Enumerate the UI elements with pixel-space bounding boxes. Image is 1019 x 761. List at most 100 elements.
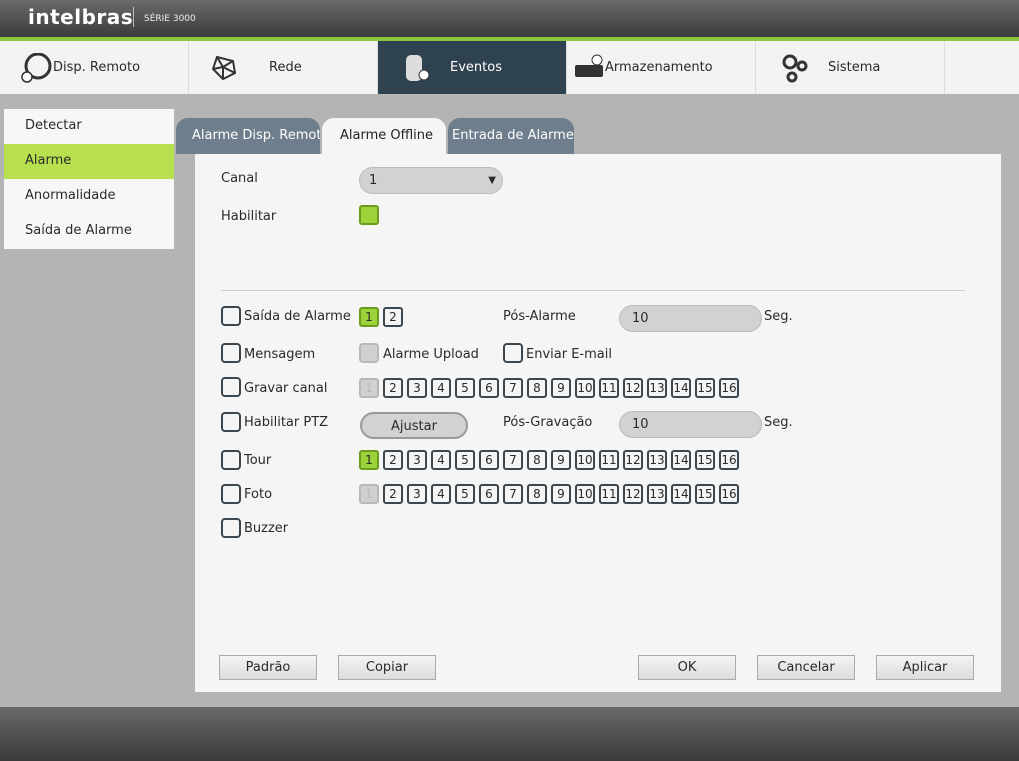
foto-channel-7[interactable]: 7: [503, 484, 523, 504]
foto-channel-5[interactable]: 5: [455, 484, 475, 504]
mensagem-checkbox[interactable]: [221, 343, 241, 363]
saida-output-1[interactable]: 1: [359, 307, 379, 327]
sidebar-item-detectar[interactable]: Detectar: [4, 109, 174, 144]
canal-select[interactable]: 1 ▼: [359, 167, 503, 194]
copiar-button[interactable]: Copiar: [338, 655, 436, 680]
tour-channel-11[interactable]: 11: [599, 450, 619, 470]
nav-sistema[interactable]: Sistema: [756, 41, 945, 94]
gravar-channel-10[interactable]: 10: [575, 378, 595, 398]
nav-armazenamento[interactable]: Armazenamento: [567, 41, 756, 94]
storage-icon: [575, 54, 603, 77]
gravar-channel-14[interactable]: 14: [671, 378, 691, 398]
canal-label: Canal: [221, 171, 258, 186]
pos-alarme-input[interactable]: 10: [619, 305, 762, 332]
saida-checkbox[interactable]: [221, 306, 241, 326]
gravar-channel-3[interactable]: 3: [407, 378, 427, 398]
gravar-channel-13[interactable]: 13: [647, 378, 667, 398]
gravar-label: Gravar canal: [244, 381, 328, 396]
gravar-channel-5[interactable]: 5: [455, 378, 475, 398]
gravar-channel-15[interactable]: 15: [695, 378, 715, 398]
cancelar-button[interactable]: Cancelar: [757, 655, 855, 680]
tour-channel-15[interactable]: 15: [695, 450, 715, 470]
tour-channel-4[interactable]: 4: [431, 450, 451, 470]
header: intelbras SÉRIE 3000: [0, 0, 1019, 38]
tour-channel-5[interactable]: 5: [455, 450, 475, 470]
enviar-email-checkbox[interactable]: [503, 343, 523, 363]
ok-button[interactable]: OK: [638, 655, 736, 680]
gravar-channel-6[interactable]: 6: [479, 378, 499, 398]
gravar-channel-1[interactable]: 1: [359, 378, 379, 398]
padrao-button[interactable]: Padrão: [219, 655, 317, 680]
ajustar-label: Ajustar: [391, 419, 437, 434]
foto-channel-8[interactable]: 8: [527, 484, 547, 504]
habilitar-checkbox[interactable]: [359, 205, 379, 225]
pos-gravacao-input[interactable]: 10: [619, 411, 762, 438]
tour-channel-3[interactable]: 3: [407, 450, 427, 470]
nav-label: Disp. Remoto: [53, 60, 141, 75]
divider: [221, 290, 965, 291]
pos-gravacao-label: Pós-Gravação: [503, 415, 593, 430]
buzzer-checkbox[interactable]: [221, 518, 241, 538]
gravar-channel-7[interactable]: 7: [503, 378, 523, 398]
tab-alarme-offline[interactable]: Alarme Offline: [322, 118, 446, 154]
tour-channel-9[interactable]: 9: [551, 450, 571, 470]
foto-channel-14[interactable]: 14: [671, 484, 691, 504]
divider: [133, 7, 134, 27]
ptz-label: Habilitar PTZ: [244, 415, 329, 430]
alarme-upload-checkbox[interactable]: [359, 343, 379, 363]
gravar-channel-16[interactable]: 16: [719, 378, 739, 398]
foto-channel-10[interactable]: 10: [575, 484, 595, 504]
foto-channel-1[interactable]: 1: [359, 484, 379, 504]
saida-output-2[interactable]: 2: [383, 307, 403, 327]
tour-channel-8[interactable]: 8: [527, 450, 547, 470]
tour-channel-10[interactable]: 10: [575, 450, 595, 470]
nav-eventos[interactable]: Eventos: [378, 41, 567, 94]
tour-channel-6[interactable]: 6: [479, 450, 499, 470]
remote-device-icon: [21, 53, 52, 83]
tour-channel-16[interactable]: 16: [719, 450, 739, 470]
tab-entrada-de-alarme[interactable]: Entrada de Alarme: [448, 118, 574, 154]
nav-disp-remoto[interactable]: Disp. Remoto: [0, 41, 189, 94]
tour-channel-12[interactable]: 12: [623, 450, 643, 470]
foto-channel-3[interactable]: 3: [407, 484, 427, 504]
foto-channel-16[interactable]: 16: [719, 484, 739, 504]
nav-label: Rede: [269, 60, 302, 75]
mensagem-label: Mensagem: [244, 347, 316, 362]
foto-channel-11[interactable]: 11: [599, 484, 619, 504]
gravar-channel-2[interactable]: 2: [383, 378, 403, 398]
gravar-channel-11[interactable]: 11: [599, 378, 619, 398]
tour-channel-1[interactable]: 1: [359, 450, 379, 470]
foto-channel-2[interactable]: 2: [383, 484, 403, 504]
pos-alarme-value: 10: [632, 311, 649, 326]
tour-channel-14[interactable]: 14: [671, 450, 691, 470]
sidebar-item-saida-de-alarme[interactable]: Saída de Alarme: [4, 214, 174, 249]
tour-channel-2[interactable]: 2: [383, 450, 403, 470]
foto-channel-12[interactable]: 12: [623, 484, 643, 504]
nav-rede[interactable]: Rede: [189, 41, 378, 94]
tab-alarme-disp-remoto[interactable]: Alarme Disp. Remoto: [176, 118, 320, 154]
canal-value: 1: [369, 173, 378, 188]
tab-label: Alarme Disp. Remoto: [192, 128, 320, 143]
tour-channel-7[interactable]: 7: [503, 450, 523, 470]
gravar-channel-9[interactable]: 9: [551, 378, 571, 398]
gravar-channel-12[interactable]: 12: [623, 378, 643, 398]
foto-channel-4[interactable]: 4: [431, 484, 451, 504]
gravar-checkbox[interactable]: [221, 377, 241, 397]
sidebar-item-alarme[interactable]: Alarme: [4, 144, 174, 179]
gravar-channel-8[interactable]: 8: [527, 378, 547, 398]
saida-label: Saída de Alarme: [244, 309, 351, 324]
tour-channel-13[interactable]: 13: [647, 450, 667, 470]
foto-channel-13[interactable]: 13: [647, 484, 667, 504]
sidebar-item-anormalidade[interactable]: Anormalidade: [4, 179, 174, 214]
pos-alarme-label: Pós-Alarme: [503, 309, 576, 324]
foto-channel-15[interactable]: 15: [695, 484, 715, 504]
aplicar-button[interactable]: Aplicar: [876, 655, 974, 680]
ptz-checkbox[interactable]: [221, 412, 241, 432]
ajustar-button[interactable]: Ajustar: [360, 412, 468, 439]
network-icon: [211, 55, 237, 81]
foto-checkbox[interactable]: [221, 484, 241, 504]
tour-checkbox[interactable]: [221, 450, 241, 470]
foto-channel-6[interactable]: 6: [479, 484, 499, 504]
foto-channel-9[interactable]: 9: [551, 484, 571, 504]
gravar-channel-4[interactable]: 4: [431, 378, 451, 398]
